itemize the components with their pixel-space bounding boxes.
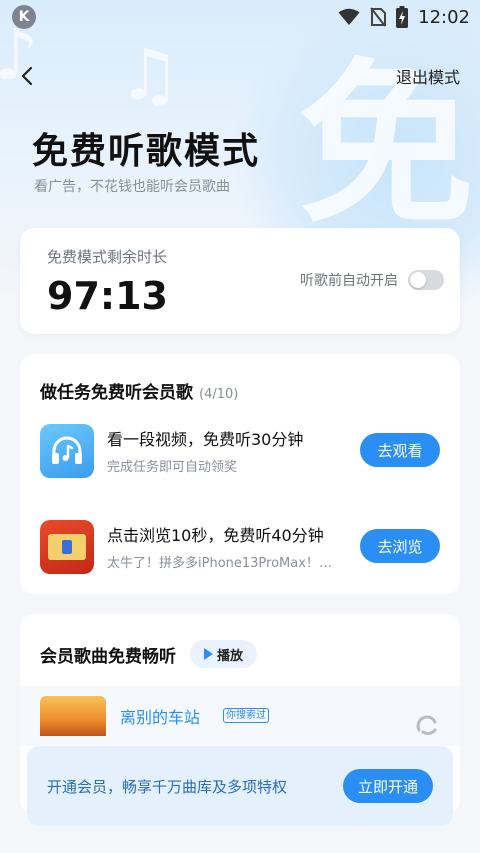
battery-charging-icon: [396, 6, 409, 28]
watch-video-button[interactable]: 去观看: [360, 433, 440, 467]
play-icon: [204, 648, 213, 660]
task-progress: (4/10): [199, 387, 239, 402]
auto-enable-label: 听歌前自动开启: [300, 273, 398, 289]
songs-section-title: 会员歌曲免费畅听: [40, 646, 176, 667]
task-title: 点击浏览10秒，免费听40分钟: [107, 526, 324, 545]
status-bar: K 12:02: [0, 0, 480, 34]
page-subtitle: 看广告，不花钱也能听会员歌曲: [34, 179, 230, 195]
shopping-ad-icon: [40, 520, 94, 574]
ad-thumbnail: [48, 534, 86, 560]
chevron-left-icon: [21, 66, 33, 86]
auto-enable-toggle[interactable]: [408, 270, 444, 290]
timer-card: 免费模式剩余时长 97:13 听歌前自动开启: [20, 228, 460, 334]
loading-icon: [416, 715, 437, 735]
task-title: 看一段视频，免费听30分钟: [107, 430, 304, 449]
task-item: 点击浏览10秒，免费听40分钟 太牛了！拼多多iPhone13ProMax！抢购…: [40, 520, 440, 574]
album-cover: [40, 696, 106, 736]
browse-ad-button[interactable]: 去浏览: [360, 529, 440, 563]
timer-value: 97:13: [47, 274, 168, 318]
status-time: 12:02: [418, 6, 470, 28]
play-all-button[interactable]: 播放: [190, 640, 258, 668]
open-vip-button[interactable]: 立即开通: [343, 769, 433, 803]
song-list-item[interactable]: 离别的车站 你搜索过: [20, 686, 460, 746]
task-section-title: 做任务免费听会员歌: [40, 383, 193, 403]
vip-promo-text: 开通会员，畅享千万曲库及多项特权: [47, 778, 288, 796]
timer-label: 免费模式剩余时长: [47, 248, 168, 266]
phone-icon: [62, 540, 72, 554]
wifi-icon: [338, 8, 360, 25]
exit-mode-button[interactable]: 退出模式: [396, 64, 460, 88]
top-nav: 退出模式: [0, 58, 480, 94]
task-item: 看一段视频，免费听30分钟 完成任务即可自动领奖 去观看: [40, 424, 440, 478]
auto-enable-row: 听歌前自动开启: [300, 270, 444, 290]
app-badge-icon: K: [12, 5, 36, 29]
task-card: 做任务免费听会员歌 (4/10) 看一段视频，免费听30分钟 完成任务即可自动领…: [20, 354, 460, 594]
song-title: 离别的车站: [120, 708, 201, 727]
searched-badge: 你搜索过: [223, 708, 269, 723]
vip-banner: 开通会员，畅享千万曲库及多项特权 立即开通: [27, 746, 453, 826]
no-sim-icon: [370, 7, 387, 27]
task-description: 完成任务即可自动领奖: [107, 460, 238, 475]
page-title: 免费听歌模式: [32, 131, 261, 172]
task-description: 太牛了！拼多多iPhone13ProMax！抢购中: [107, 556, 337, 571]
task-section-header: 做任务免费听会员歌 (4/10): [40, 378, 238, 403]
toggle-knob: [410, 272, 426, 288]
headphones-icon: [40, 424, 94, 478]
play-label: 播放: [217, 648, 244, 664]
songs-header: 会员歌曲免费畅听 播放: [40, 640, 258, 668]
back-button[interactable]: [20, 63, 46, 89]
